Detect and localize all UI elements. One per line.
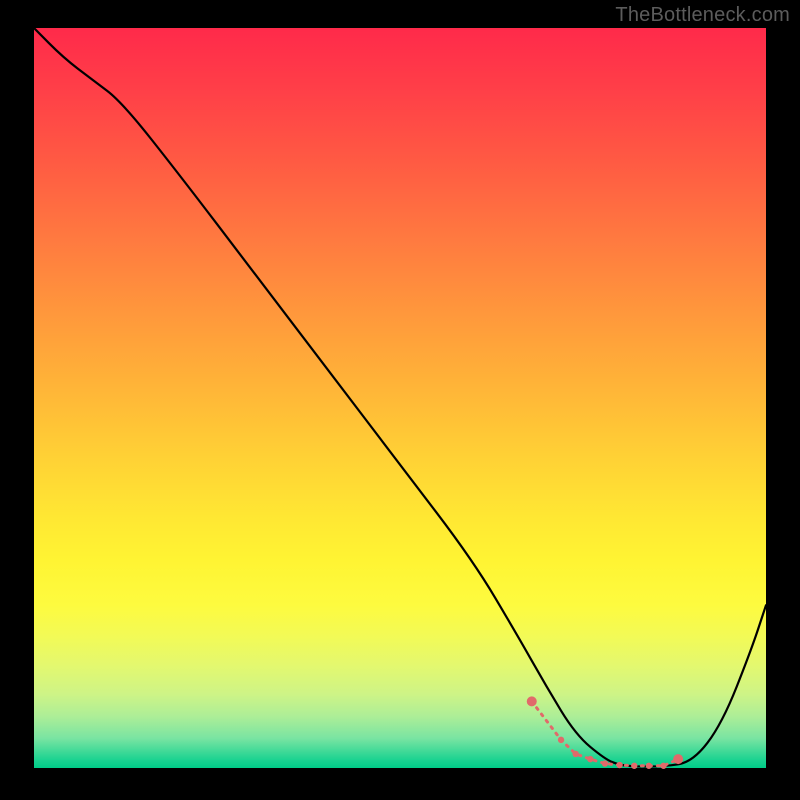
optimal-marker-dot	[558, 737, 564, 743]
optimal-marker-dot	[527, 696, 537, 706]
optimal-marker-dot	[587, 756, 593, 762]
watermark-text: TheBottleneck.com	[615, 4, 790, 27]
optimal-marker-dot	[602, 760, 608, 766]
optimal-marker-dot	[660, 763, 666, 769]
optimal-marker-dot	[631, 763, 637, 769]
plot-area	[34, 28, 766, 768]
optimal-marker-dot	[616, 762, 622, 768]
optimal-marker-dot	[646, 763, 652, 769]
chart-frame: TheBottleneck.com	[0, 0, 800, 800]
curve-svg	[34, 28, 766, 768]
bottleneck-curve-line	[34, 28, 766, 767]
optimal-marker-dot	[673, 754, 683, 764]
optimal-marker-dot	[572, 751, 578, 757]
optimal-range-connector	[532, 701, 678, 765]
